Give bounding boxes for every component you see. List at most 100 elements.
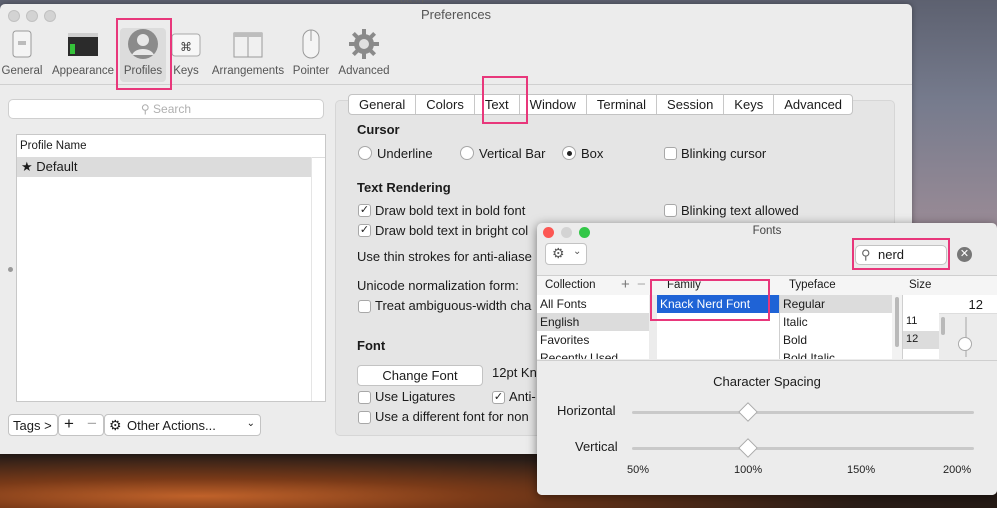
tab-session[interactable]: Session bbox=[657, 95, 725, 114]
tab-advanced[interactable]: Advanced bbox=[774, 95, 852, 114]
size-field[interactable]: 12 bbox=[903, 295, 997, 314]
blinking-cursor-checkbox[interactable] bbox=[664, 147, 677, 160]
character-spacing-section: Character Spacing Horizontal Vertical 50… bbox=[537, 360, 997, 495]
profile-list-scrollbar[interactable] bbox=[311, 157, 326, 401]
unicode-normalization-label: Unicode normalization form: bbox=[357, 278, 519, 293]
typeface-item[interactable]: Bold Italic bbox=[780, 349, 892, 359]
size-list: 11 12 bbox=[903, 313, 939, 359]
change-font-button[interactable]: Change Font bbox=[357, 365, 483, 386]
profile-list-header[interactable]: Profile Name bbox=[17, 135, 325, 158]
cursor-underline-radio[interactable] bbox=[358, 146, 372, 160]
cursor-vertical-bar-radio[interactable] bbox=[460, 146, 474, 160]
typeface-scrollbar[interactable] bbox=[892, 295, 903, 359]
family-item[interactable]: Knack Nerd Font bbox=[657, 295, 779, 313]
fonts-panel: Fonts ⚙ ⌄ ⚲ nerd ✕ Collection + − Family… bbox=[537, 223, 997, 495]
cursor-box-radio[interactable] bbox=[562, 146, 576, 160]
vertical-spacing-label: Vertical bbox=[575, 439, 618, 454]
thin-strokes-label: Use thin strokes for anti-aliase bbox=[357, 249, 532, 264]
other-actions-dropdown[interactable]: ⚙ Other Actions... ⌄ bbox=[104, 414, 261, 436]
profile-row-default[interactable]: ★ Default bbox=[17, 157, 311, 177]
ambiguous-width-label: Treat ambiguous-width cha bbox=[375, 298, 532, 313]
bold-in-bold-checkbox[interactable]: ✓ bbox=[358, 204, 371, 217]
size-slider-knob[interactable] bbox=[958, 337, 972, 351]
tick-label: 50% bbox=[627, 464, 650, 476]
keys-icon: ⌘ bbox=[171, 33, 201, 57]
collection-header: Collection bbox=[545, 279, 596, 291]
typeface-item[interactable]: Italic bbox=[780, 313, 892, 331]
toolbar-profiles[interactable]: Profiles bbox=[120, 28, 166, 82]
bold-in-bright-checkbox[interactable]: ✓ bbox=[358, 224, 371, 237]
toolbar-keys[interactable]: ⌘ Keys bbox=[168, 28, 204, 82]
clear-search-icon[interactable]: ✕ bbox=[957, 247, 972, 262]
toolbar-label: Advanced bbox=[338, 65, 390, 77]
size-item[interactable]: 11 bbox=[903, 313, 939, 331]
use-ligatures-label: Use Ligatures bbox=[375, 389, 456, 404]
add-profile-button[interactable]: + bbox=[64, 414, 74, 434]
remove-profile-button[interactable]: − bbox=[87, 414, 97, 434]
toolbar-label: Arrangements bbox=[211, 65, 285, 77]
typeface-item[interactable]: Bold bbox=[780, 331, 892, 349]
toolbar-advanced[interactable]: Advanced bbox=[336, 28, 392, 82]
scroll-thumb[interactable] bbox=[895, 297, 899, 347]
chevron-down-icon: ⌄ bbox=[246, 418, 255, 429]
toolbar-label: Appearance bbox=[51, 65, 115, 77]
vertical-spacing-slider[interactable] bbox=[632, 447, 974, 450]
horizontal-spacing-knob[interactable] bbox=[738, 402, 758, 422]
anti-aliased-checkbox[interactable]: ✓ bbox=[492, 391, 505, 404]
fonts-action-menu[interactable]: ⚙ ⌄ bbox=[545, 243, 587, 265]
tick-label: 100% bbox=[734, 464, 763, 476]
toolbar-label: Pointer bbox=[292, 65, 330, 77]
tab-general[interactable]: General bbox=[349, 95, 417, 114]
toolbar-arrangements[interactable]: Arrangements bbox=[208, 28, 288, 82]
size-panel: 12 11 12 bbox=[903, 295, 997, 359]
typeface-list: Regular Italic Bold Bold Italic bbox=[780, 295, 893, 359]
font-section-title: Font bbox=[357, 338, 386, 353]
size-item[interactable]: 12 bbox=[903, 331, 939, 349]
typeface-item[interactable]: Regular bbox=[780, 295, 892, 313]
text-rendering-title: Text Rendering bbox=[357, 180, 451, 195]
tags-button[interactable]: Tags > bbox=[8, 414, 58, 436]
family-list: Knack Nerd Font bbox=[657, 295, 780, 359]
cursor-box-label: Box bbox=[581, 146, 604, 161]
search-placeholder: ⚲ Search bbox=[140, 102, 192, 116]
toolbar-general[interactable]: General bbox=[0, 28, 44, 82]
tick-label: 150% bbox=[847, 464, 876, 476]
different-font-label: Use a different font for non bbox=[375, 409, 529, 424]
tab-text[interactable]: Text bbox=[474, 95, 520, 114]
tab-keys[interactable]: Keys bbox=[724, 95, 775, 114]
tab-window[interactable]: Window bbox=[520, 95, 587, 114]
collection-item[interactable]: English bbox=[537, 313, 649, 331]
tab-colors[interactable]: Colors bbox=[416, 95, 475, 114]
profiles-icon bbox=[128, 29, 158, 59]
profile-search-field[interactable]: ⚲ Search bbox=[8, 99, 324, 119]
vertical-spacing-knob[interactable] bbox=[738, 438, 758, 458]
toolbar-label: Profiles bbox=[123, 65, 163, 77]
font-search-value: nerd bbox=[878, 247, 905, 262]
ambiguous-width-checkbox[interactable] bbox=[358, 300, 371, 313]
fonts-panel-title: Fonts bbox=[752, 225, 782, 237]
gear-icon: ⚙ bbox=[552, 245, 565, 261]
add-collection-button[interactable]: + bbox=[621, 276, 630, 293]
chevron-down-icon: ⌄ bbox=[573, 246, 582, 257]
bold-in-bright-label: Draw bold text in bright col bbox=[375, 223, 529, 238]
size-scroll-thumb[interactable] bbox=[941, 317, 945, 335]
collection-item[interactable]: Recently Used bbox=[537, 349, 649, 359]
toolbar-pointer[interactable]: Pointer bbox=[290, 28, 332, 82]
use-ligatures-checkbox[interactable] bbox=[358, 391, 371, 404]
pane-resize-handle[interactable] bbox=[8, 267, 13, 272]
typeface-header: Typeface bbox=[789, 279, 836, 291]
add-remove-profile-buttons: + − bbox=[58, 414, 104, 436]
font-search-field[interactable]: ⚲ nerd bbox=[855, 245, 947, 265]
profile-tabs: General Colors Text Window Terminal Sess… bbox=[348, 94, 854, 115]
blinking-text-checkbox[interactable] bbox=[664, 204, 677, 217]
toolbar-appearance[interactable]: Appearance bbox=[50, 28, 116, 82]
remove-collection-button[interactable]: − bbox=[637, 276, 646, 293]
tab-terminal[interactable]: Terminal bbox=[587, 95, 658, 114]
horizontal-spacing-slider[interactable] bbox=[632, 411, 974, 414]
collection-item[interactable]: Favorites bbox=[537, 331, 649, 349]
different-font-checkbox[interactable] bbox=[358, 411, 371, 424]
size-header: Size bbox=[909, 279, 932, 291]
general-icon bbox=[12, 30, 32, 58]
tick-label: 200% bbox=[943, 464, 972, 476]
collection-item[interactable]: All Fonts bbox=[537, 295, 649, 313]
